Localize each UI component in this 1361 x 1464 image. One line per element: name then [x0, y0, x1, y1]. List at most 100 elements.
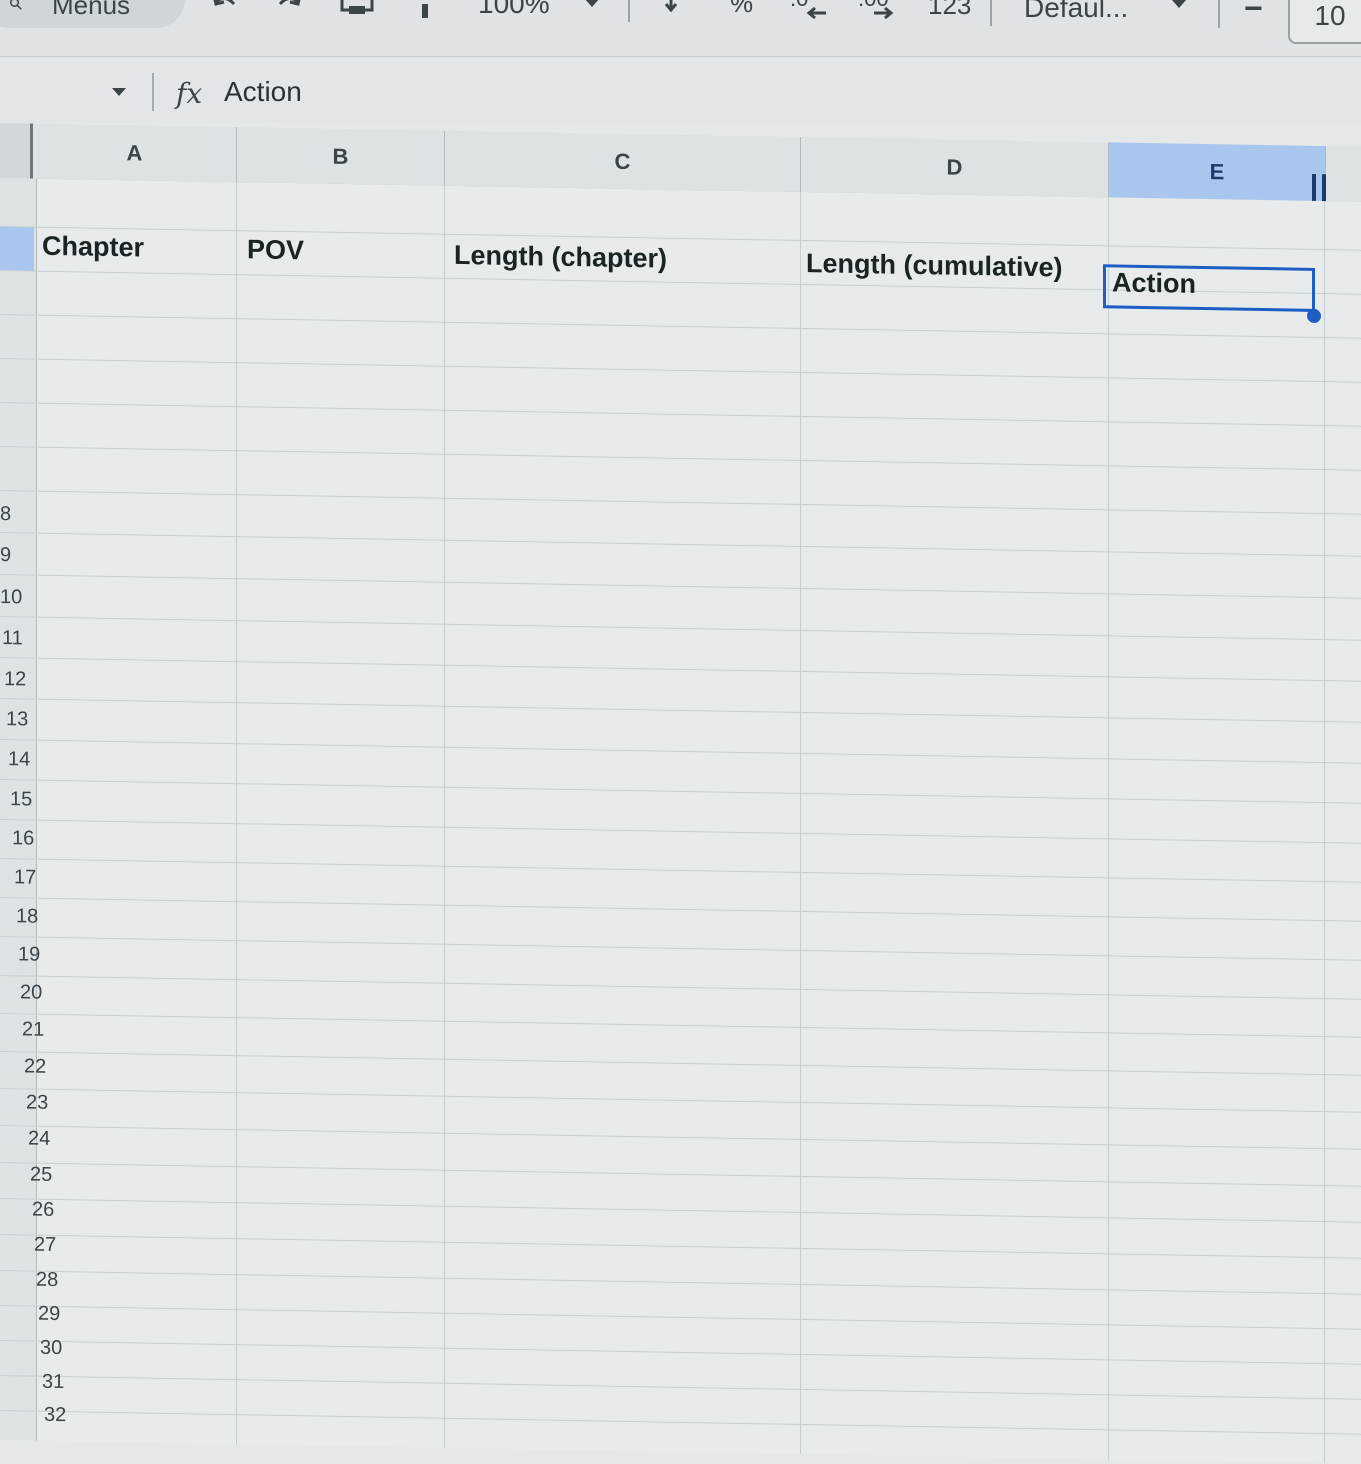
grid-row-line: [0, 1051, 1361, 1076]
grid-row-line: [0, 858, 1361, 883]
toolbar: Menus 100% % .0 .00 123 Defaul... − 10: [0, 0, 1361, 57]
row-number-18[interactable]: 18: [16, 905, 38, 928]
toolbar-divider: [1218, 0, 1220, 28]
arrow-left-icon: [806, 6, 828, 20]
grid-row-line: [0, 532, 1361, 557]
row-number-9[interactable]: 9: [0, 544, 11, 567]
grid-row-line: [0, 358, 1361, 383]
grid-column-line: [236, 182, 237, 1445]
grid-row-line: [0, 446, 1361, 471]
row-number-23[interactable]: 23: [26, 1091, 48, 1114]
grid-row-line: [0, 657, 1361, 682]
row-number-30[interactable]: 30: [40, 1337, 62, 1360]
toolbar-divider: [628, 0, 630, 22]
grid-row-line: [0, 1340, 1361, 1365]
toolbar-divider: [990, 0, 992, 26]
currency-icon[interactable]: [662, 0, 680, 12]
more-formats-button[interactable]: 123: [928, 0, 971, 21]
row-number-11[interactable]: 11: [2, 627, 23, 650]
name-box-dropdown-icon[interactable]: [110, 85, 128, 103]
row-number-8[interactable]: 8: [0, 503, 11, 526]
percent-button[interactable]: %: [730, 0, 753, 19]
formula-input[interactable]: Action: [224, 76, 302, 108]
font-dropdown-icon[interactable]: [1170, 0, 1188, 10]
cell-c-length-chapter[interactable]: Length (chapter): [454, 240, 667, 275]
grid-column-line: [800, 191, 801, 1454]
grid-row-line: [0, 314, 1361, 339]
arrow-right-icon: [872, 6, 894, 20]
grid-row-line: [0, 1013, 1361, 1038]
grid-row-line: [0, 226, 1361, 251]
grid-row-line: [0, 1410, 1361, 1435]
row-number-32[interactable]: 32: [44, 1404, 66, 1427]
row-number-20[interactable]: 20: [20, 981, 42, 1004]
select-all-corner[interactable]: [0, 123, 33, 179]
row-number-13[interactable]: 13: [6, 708, 28, 731]
row-number-26[interactable]: 26: [32, 1199, 54, 1222]
row-number-16[interactable]: 16: [12, 827, 34, 850]
font-size-input[interactable]: 10: [1288, 0, 1361, 44]
menus-search-button[interactable]: Menus: [0, 0, 185, 28]
row-header-selected[interactable]: [0, 226, 34, 271]
row-number-12[interactable]: 12: [4, 668, 26, 691]
grid-row-line: [0, 616, 1361, 641]
grid-row-line: [0, 490, 1361, 515]
fx-icon: fx: [176, 77, 203, 110]
column-header-b[interactable]: B: [237, 127, 445, 186]
row-number-21[interactable]: 21: [22, 1018, 44, 1041]
grid-row-line: [0, 402, 1361, 427]
grid-row-line: [0, 1162, 1361, 1187]
cell-a-chapter[interactable]: Chapter: [42, 231, 144, 264]
grid-row-line: [0, 1270, 1361, 1295]
grid-row-line: [0, 897, 1361, 922]
font-select[interactable]: Defaul...: [1024, 0, 1128, 24]
search-icon: [10, 0, 22, 10]
row-number-14[interactable]: 14: [8, 748, 30, 771]
row-number-24[interactable]: 24: [28, 1127, 50, 1150]
zoom-dropdown-icon[interactable]: [582, 0, 602, 10]
grid-row-line: [0, 1375, 1361, 1400]
grid-row-line: [0, 1305, 1361, 1330]
spreadsheet-grid: A B C D E 8 9 10 11 12 13 14 15 16 17 18…: [0, 123, 1361, 1464]
grid-row-line: [0, 819, 1361, 844]
grid-row-line: [0, 975, 1361, 1000]
column-header-c[interactable]: C: [445, 130, 801, 192]
column-header-e[interactable]: E: [1109, 142, 1326, 202]
row-number-28[interactable]: 28: [36, 1269, 58, 1292]
grid-row-line: [0, 1088, 1361, 1113]
row-number-27[interactable]: 27: [34, 1234, 56, 1257]
row-number-17[interactable]: 17: [14, 866, 36, 889]
row-number-19[interactable]: 19: [18, 943, 40, 966]
grid-row-line: [0, 698, 1361, 723]
cell-d-length-cumulative[interactable]: Length (cumulative): [806, 248, 1063, 283]
cell-b-pov[interactable]: POV: [247, 234, 304, 266]
grid-column-line: [1108, 197, 1109, 1460]
row-number-22[interactable]: 22: [24, 1055, 46, 1078]
fill-handle[interactable]: [1307, 308, 1321, 324]
grid-row-line: [0, 1125, 1361, 1150]
undo-icon[interactable]: [210, 0, 240, 16]
grid-row-line: [0, 574, 1361, 599]
zoom-select[interactable]: 100%: [478, 0, 550, 20]
menus-label: Menus: [52, 0, 131, 20]
grid-column-line: [444, 185, 445, 1448]
redo-icon[interactable]: [274, 0, 304, 16]
column-header-a[interactable]: A: [33, 123, 237, 183]
row-number-10[interactable]: 10: [0, 586, 22, 609]
print-icon[interactable]: [340, 0, 374, 18]
column-header-d[interactable]: D: [801, 136, 1109, 198]
grid-row-line: [0, 739, 1361, 764]
grid-column-line: [1324, 201, 1325, 1464]
row-number-25[interactable]: 25: [30, 1164, 52, 1187]
paint-format-icon[interactable]: [416, 0, 436, 20]
grid-row-line: [0, 1198, 1361, 1223]
active-cell-outline: [1103, 264, 1315, 312]
formula-bar: fx Action: [0, 57, 1361, 123]
font-size-decrease-button[interactable]: −: [1244, 0, 1263, 27]
grid-row-line: [0, 936, 1361, 961]
row-number-31[interactable]: 31: [42, 1371, 64, 1394]
row-number-29[interactable]: 29: [38, 1303, 60, 1326]
grid-row-line: [0, 1234, 1361, 1259]
formula-bar-divider: [152, 73, 154, 111]
row-number-15[interactable]: 15: [10, 788, 32, 811]
